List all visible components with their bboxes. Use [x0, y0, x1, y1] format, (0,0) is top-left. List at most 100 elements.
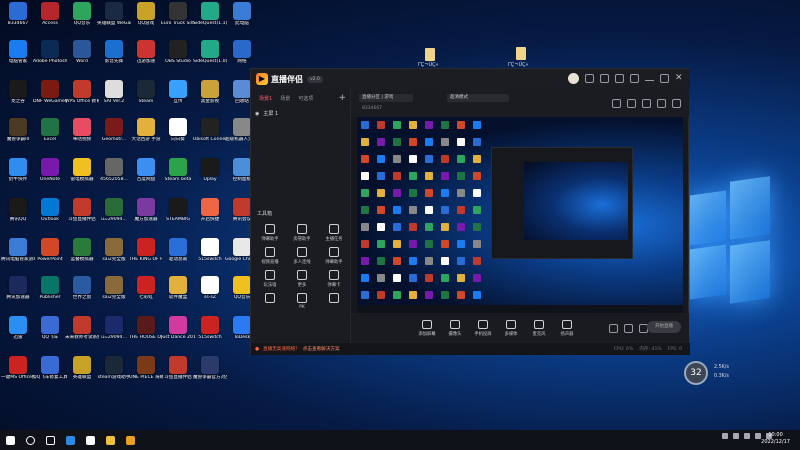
desktop-icon[interactable]: THE KING OF FIGHT...	[129, 238, 163, 272]
taskbar-search-icon[interactable]	[20, 430, 40, 450]
desktop-icon[interactable]: QQ游戏	[130, 2, 162, 36]
desktop-icon[interactable]: Access	[34, 2, 66, 36]
taskbar-start-icon[interactable]	[0, 430, 20, 450]
tray-wifi-icon[interactable]	[722, 433, 728, 439]
desktop-icon[interactable]: QQ音乐	[66, 2, 98, 36]
status-link[interactable]: 点击查看解决方案	[303, 346, 340, 352]
record-icon[interactable]	[609, 323, 618, 333]
desktop-icon[interactable]: u=29094...	[98, 316, 130, 350]
tool-button[interactable]	[254, 293, 286, 310]
desktop-icon[interactable]: 驱动总裁	[162, 238, 194, 272]
scene-item[interactable]: ◉ 主屏 1	[255, 108, 345, 119]
tray-battery-icon[interactable]	[755, 433, 761, 439]
tool-button[interactable]: PK	[286, 293, 318, 310]
source-button[interactable]: 摄像头	[441, 319, 469, 337]
desktop-icon[interactable]: 515switch	[194, 238, 226, 272]
desktop-icon[interactable]: 腾讯QQ	[2, 198, 34, 232]
desktop-file-icon[interactable]	[516, 47, 526, 60]
desktop-icon[interactable]: 魔兽争霸III	[2, 118, 34, 152]
tool-button[interactable]: 多人连线	[286, 247, 318, 265]
desktop-icon[interactable]: 此电脑	[226, 2, 258, 36]
desktop-icon[interactable]: sai2完全版	[98, 276, 130, 310]
desktop-icon[interactable]: Euro Truck Simulator 2	[161, 2, 195, 36]
desktop-icon[interactable]: 魔兽争霸官方对战平台	[193, 356, 227, 390]
maximize-icon[interactable]	[660, 74, 669, 83]
category-field[interactable]: 直播分区 | 游戏	[359, 94, 413, 102]
source-button[interactable]: 手机投屏	[469, 319, 497, 337]
desktop-icon[interactable]: SideQuest(1.0)	[193, 40, 227, 74]
window-icon[interactable]	[657, 99, 666, 108]
share-icon[interactable]	[672, 99, 681, 108]
desktop-icon[interactable]: SAI Ver.2	[98, 80, 130, 114]
desktop-icon[interactable]: 斗鱼直播伴侣	[66, 198, 98, 232]
tool-button[interactable]: 弹幕助手	[318, 247, 350, 265]
desktop-icon[interactable]: Publisher	[34, 276, 66, 310]
desktop-icon[interactable]: ONE PIECE 海贼无双4	[129, 356, 163, 390]
desktop-icon[interactable]: 世界之窗	[66, 276, 98, 310]
source-button[interactable]: 多媒体	[497, 319, 525, 337]
tab-options[interactable]: 可选项	[298, 95, 313, 102]
desktop-icon[interactable]: 开启快捷	[194, 198, 226, 232]
desktop-icon[interactable]: 魔方加速器	[130, 198, 162, 232]
desktop-icon[interactable]: 迅雷	[2, 316, 34, 350]
desktop-icon[interactable]: 龙之谷	[2, 80, 34, 114]
taskbar-edge-icon[interactable]	[60, 430, 80, 450]
desktop-icon[interactable]: sai2完全版	[98, 238, 130, 272]
desktop-icon[interactable]: SideQuest(1.1)	[193, 2, 227, 36]
desktop-icon[interactable]: STEAMBIG	[162, 198, 194, 232]
tool-button[interactable]: 主播任务	[318, 224, 350, 242]
quality-field[interactable]: 超清模式	[447, 94, 509, 102]
desktop-icon[interactable]: 软件魔盒	[162, 276, 194, 310]
taskbar-store-icon[interactable]	[80, 430, 100, 450]
tool-button[interactable]: 弹幕卡	[318, 270, 350, 288]
start-live-button[interactable]: 开始直播	[647, 321, 681, 333]
version-badge[interactable]: v2.0	[307, 75, 323, 83]
desktop-icon[interactable]: 45652058...	[98, 158, 130, 192]
tray-input-icon[interactable]	[744, 433, 750, 439]
desktop-icon[interactable]: 影音先锋	[98, 40, 130, 74]
tool-button[interactable]: 玩法墙	[254, 270, 286, 288]
desktop-icon[interactable]: THE HOUSE OF THE D...	[129, 316, 163, 350]
desktop-icon[interactable]: 互传	[162, 80, 194, 114]
desktop-icon[interactable]: Steam beta	[162, 158, 194, 192]
desktop-icon[interactable]: 大话西游 手游	[130, 118, 162, 152]
desktop-icon[interactable]: Geomotr...	[98, 118, 130, 152]
desktop-icon[interactable]: 电脑管家	[2, 40, 34, 74]
tray-volume-icon[interactable]	[733, 433, 739, 439]
taskbar-explorer-icon[interactable]	[100, 430, 120, 450]
desktop-icon[interactable]: DNF WeGame版	[33, 80, 67, 114]
desktop-icon[interactable]: Excel	[34, 118, 66, 152]
tool-button[interactable]: 更多	[286, 270, 318, 288]
desktop-icon[interactable]: 七彩虹	[130, 276, 162, 310]
mic-icon[interactable]	[624, 323, 633, 333]
desktop-icon[interactable]: 未来教师考试系统V4.0	[65, 316, 99, 350]
clock[interactable]: 10:00 2022/12/17	[761, 432, 790, 446]
desktop-icon[interactable]: Steam	[130, 80, 162, 114]
tool-button[interactable]	[318, 293, 350, 310]
desktop-icon[interactable]: 英雄联盟	[66, 356, 98, 390]
desktop-icon[interactable]: 奶牛快传	[2, 158, 34, 192]
tab-scenes[interactable]: 场景	[280, 95, 290, 102]
desktop-icon[interactable]: QQ飞车修复工具	[33, 356, 67, 390]
desktop-icon[interactable]: steam游戏助手	[98, 356, 130, 390]
desktop-icon[interactable]: Uplay	[194, 158, 226, 192]
desktop-icon[interactable]: OBS Studio	[162, 40, 194, 74]
eye-icon[interactable]: ◉	[255, 111, 259, 117]
desktop-icon[interactable]: Word	[66, 40, 98, 74]
rotate-icon[interactable]	[642, 99, 651, 108]
close-icon[interactable]: ✕	[675, 74, 684, 83]
layout-icon[interactable]	[612, 99, 621, 108]
lock-icon[interactable]	[627, 99, 636, 108]
desktop-icon[interactable]: 向日葵	[162, 118, 194, 152]
source-button[interactable]: 添加屏幕	[413, 319, 441, 337]
add-scene-icon[interactable]: +	[338, 93, 346, 103]
desktop-icon[interactable]: u=29094...	[98, 198, 130, 232]
desktop-icon[interactable]: 迅游加速	[130, 40, 162, 74]
desktop-icon[interactable]: WPS Office 教育考试专用	[65, 80, 99, 114]
desktop-icon[interactable]: QQ飞车	[34, 316, 66, 350]
desktop-icon[interactable]: 斗鱼直播伴侣	[162, 356, 194, 390]
desktop-icon[interactable]: OneNote	[34, 158, 66, 192]
live-preview-canvas[interactable]	[357, 117, 683, 313]
tool-button[interactable]: 弹幕助手	[254, 224, 286, 242]
desktop-icon[interactable]: Just Dance 2017	[161, 316, 195, 350]
